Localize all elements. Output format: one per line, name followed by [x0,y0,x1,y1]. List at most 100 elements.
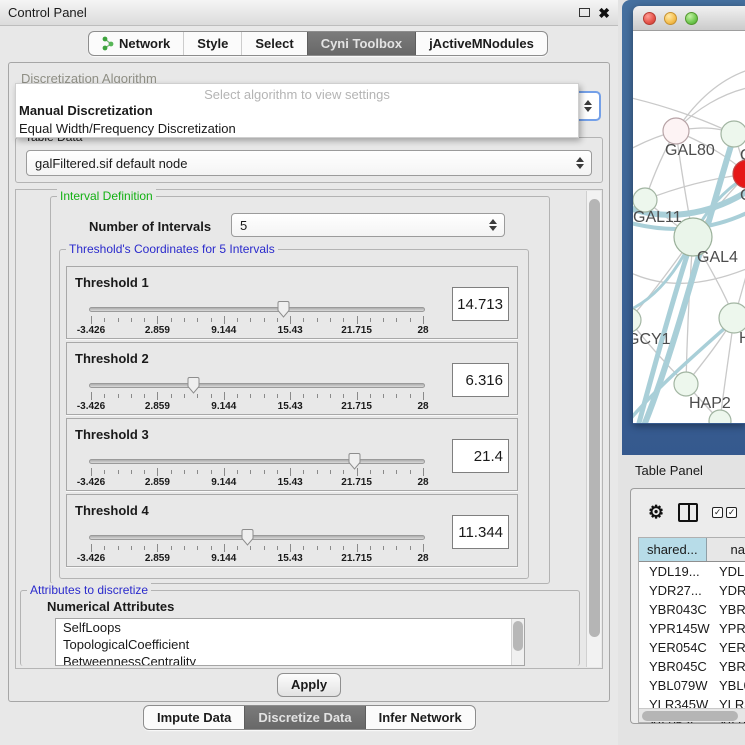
table-data-group: Table Data galFiltered.sif default node [15,137,603,183]
cyni-toolbox-pane: Discretization Algorithm Select algorith… [8,62,610,702]
tab-discretize-data[interactable]: Discretize Data [244,706,364,729]
slider-tick-labels: -3.426 2.859 9.144 15.43 21.715 28 [91,325,423,337]
slider-track[interactable] [89,459,425,464]
tab-network[interactable]: Network [89,32,183,55]
scrollbar-thumb[interactable] [589,199,600,637]
network-node-label: GAL11 [633,209,682,226]
panel-title: Control Panel [8,5,579,20]
close-traffic-light-icon[interactable] [643,12,656,25]
table-header-row: shared... na [639,538,745,562]
dropdown-option-equal-width[interactable]: Equal Width/Frequency Discretization [16,120,578,138]
slider-track[interactable] [89,307,425,312]
vertical-scrollbar[interactable] [586,191,601,667]
network-canvas[interactable]: GAL80GACGAL11GAL4GCY1HHAP2 [633,31,745,423]
table-row[interactable]: YBR045CYBR0 [639,657,745,676]
network-node-label: GAL4 [697,249,738,266]
cyni-bottom-tabbar: Impute Data Discretize Data Infer Networ… [143,705,476,730]
checkbox-icon[interactable]: ✓ [712,507,723,518]
slider-ticks [91,544,423,552]
slider-thumb[interactable] [240,528,255,547]
threshold-value-field[interactable]: 21.4 [452,439,509,473]
network-node[interactable] [721,121,745,147]
slider-tick-labels: -3.426 2.859 9.144 15.43 21.715 28 [91,477,423,489]
list-item[interactable]: SelfLoops [56,619,524,636]
tab-style[interactable]: Style [183,32,241,55]
table-row[interactable]: YDR27...YDR2 [639,581,745,600]
tab-cyni-toolbox[interactable]: Cyni Toolbox [307,32,415,55]
tab-impute-data[interactable]: Impute Data [144,706,244,729]
table-row[interactable]: YER054CYER0 [639,638,745,657]
table-data-combobox[interactable]: galFiltered.sif default node [26,150,592,176]
threshold-value-field[interactable]: 6.316 [452,363,509,397]
network-node-label: GCY1 [633,331,671,348]
network-node[interactable] [674,372,698,396]
threshold-2-panel: Threshold 2 -3.426 2.859 9.144 [66,342,518,415]
network-icon [102,36,114,51]
network-node-label: C [740,187,745,204]
minimize-traffic-light-icon[interactable] [664,12,677,25]
algorithm-dropdown: Select algorithm to view settings Manual… [15,83,579,138]
control-panel: Control Panel ✖ Network Style Select Cyn… [0,0,618,745]
dropdown-placeholder-option[interactable]: Select algorithm to view settings [16,84,578,102]
scrollbar-thumb[interactable] [513,621,523,651]
horizontal-scrollbar[interactable] [639,708,745,722]
network-node-label: HAP2 [689,395,731,412]
table-row[interactable]: YDL19...YDL1 [639,562,745,581]
table-panel: ⚙ ✓ ✓ shared... na YDL19...YDL1 YDR27...… [630,488,745,724]
table-panel-toolbar: ⚙ ✓ ✓ [631,489,745,535]
close-icon[interactable]: ✖ [598,6,610,20]
threshold-label: Threshold 3 [75,427,149,442]
interval-definition-legend: Interval Definition [57,189,156,203]
threshold-value-field[interactable]: 14.713 [452,287,509,321]
zoom-traffic-light-icon[interactable] [685,12,698,25]
network-window-titlebar [633,6,745,31]
network-node[interactable] [719,303,745,333]
column-header-shared-name[interactable]: shared... [639,538,707,561]
list-item[interactable]: TopologicalCoefficient [56,636,524,653]
column-header-name[interactable]: na [707,538,745,561]
checkbox-icon[interactable]: ✓ [726,507,737,518]
control-panel-tabbar: Network Style Select Cyni Toolbox jActiv… [88,31,548,56]
numerical-attributes-label: Numerical Attributes [47,599,174,614]
tab-infer-network[interactable]: Infer Network [365,706,475,729]
gear-icon[interactable]: ⚙ [648,502,664,523]
slider-track[interactable] [89,535,425,540]
table-row[interactable]: YPR145WYPR1 [639,619,745,638]
slider-ticks [91,468,423,476]
slider-thumb[interactable] [347,452,362,471]
list-item[interactable]: BetweennessCentrality [56,653,524,666]
table-row[interactable]: YBL079WYBL0 [639,676,745,695]
threshold-value-field[interactable]: 11.344 [452,515,509,549]
threshold-coordinates-group: Threshold's Coordinates for 5 Intervals … [59,249,529,579]
network-node[interactable] [633,308,641,332]
network-window: GAL80GACGAL11GAL4GCY1HHAP2 [633,6,745,424]
slider-ticks [91,316,423,324]
tab-select[interactable]: Select [241,32,306,55]
slider-thumb[interactable] [276,300,291,319]
slider-track[interactable] [89,383,425,388]
tab-jactivemnodules[interactable]: jActiveMNodules [415,32,547,55]
list-scrollbar[interactable] [511,619,524,665]
column-layout-icon[interactable] [678,503,698,522]
dropdown-option-manual[interactable]: Manual Discretization [16,102,578,120]
table-row[interactable]: YBR043CYBR0 [639,600,745,619]
threshold-label: Threshold 1 [75,275,149,290]
number-of-intervals-label: Number of Intervals [89,219,211,234]
table-panel-titlebar: Table Panel [622,455,745,485]
float-window-icon[interactable] [579,8,590,17]
number-of-intervals-combobox[interactable]: 5 [231,213,505,237]
apply-button[interactable]: Apply [277,673,341,697]
scrollbar-thumb[interactable] [642,711,738,721]
threshold-4-panel: Threshold 4 -3.426 2.859 9.144 [66,494,518,567]
combo-stepper-icon [576,157,584,169]
threshold-coordinates-legend: Threshold's Coordinates for 5 Intervals [66,242,278,256]
settings-scrollpane: Interval Definition Number of Intervals … [15,189,603,669]
network-node[interactable] [663,118,689,144]
slider-tick-labels: -3.426 2.859 9.144 15.43 21.715 28 [91,401,423,413]
node-table: shared... na YDL19...YDL1 YDR27...YDR2 Y… [638,537,745,723]
control-panel-titlebar: Control Panel ✖ [0,0,618,26]
numerical-attributes-list[interactable]: SelfLoops TopologicalCoefficient Between… [55,618,525,666]
slider-thumb[interactable] [186,376,201,395]
threshold-1-panel: Threshold 1 -3.426 2.859 9.144 [66,266,518,339]
combo-stepper-icon [584,100,592,112]
